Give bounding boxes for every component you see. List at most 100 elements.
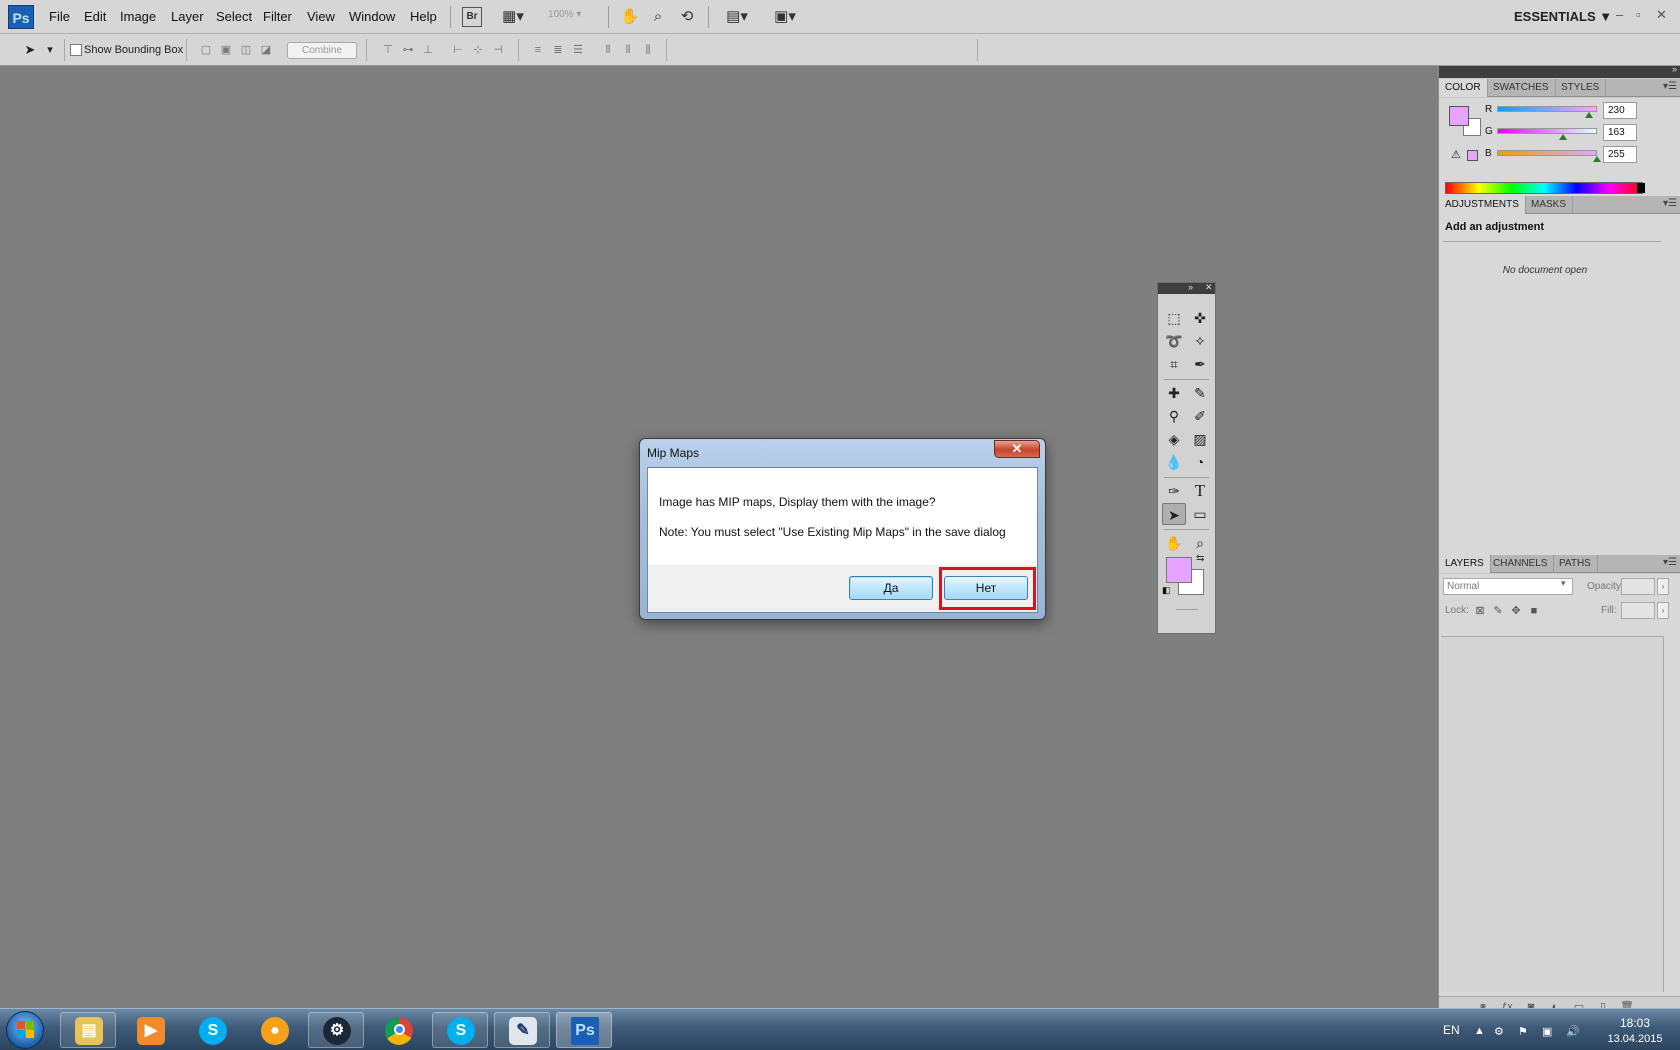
default-colors-icon[interactable]: ◧	[1162, 585, 1171, 596]
taskbar-messenger[interactable]: ●	[246, 1012, 302, 1048]
clock-time[interactable]: 18:03	[1600, 1016, 1670, 1030]
lasso-tool-icon[interactable]: ➰	[1162, 330, 1186, 352]
bridge-icon[interactable]: Br	[462, 7, 482, 27]
menu-help[interactable]: Help	[410, 9, 437, 24]
gamut-warning-icon[interactable]: ⚠	[1451, 148, 1461, 161]
language-indicator[interactable]: EN	[1443, 1023, 1460, 1037]
align-vcenter-icon[interactable]: ⊶	[400, 43, 416, 57]
tab-styles[interactable]: STYLES	[1555, 79, 1607, 97]
channel-r-value[interactable]: 230	[1603, 102, 1637, 119]
align-bottom-icon[interactable]: ⊥	[420, 43, 436, 57]
workspace-switcher[interactable]: ESSENTIALS ▼	[1514, 9, 1612, 24]
distribute-right-icon[interactable]: ⫼	[640, 43, 656, 57]
hand-tool-icon[interactable]: ✋	[620, 7, 640, 27]
menu-filter[interactable]: Filter	[263, 9, 292, 24]
swap-colors-icon[interactable]: ⇆	[1196, 553, 1204, 564]
chevron-down-icon[interactable]: ▾	[42, 43, 58, 57]
tab-paths[interactable]: PATHS	[1553, 555, 1598, 573]
quick-mask-icon[interactable]	[1176, 609, 1198, 610]
eyedropper-tool-icon[interactable]: ✒	[1188, 353, 1212, 375]
clock-date[interactable]: 13.04.2015	[1598, 1033, 1672, 1045]
type-tool-icon[interactable]: T	[1188, 480, 1212, 502]
close-icon[interactable]: ✕	[1205, 282, 1213, 293]
marquee-tool-icon[interactable]: ⬚	[1162, 307, 1186, 329]
align-right-icon[interactable]: ⊣	[490, 43, 506, 57]
tab-masks[interactable]: MASKS	[1525, 196, 1574, 214]
photoshop-logo[interactable]: Ps	[8, 5, 34, 29]
menu-select[interactable]: Select	[216, 9, 252, 24]
lock-image-icon[interactable]: ✎	[1491, 604, 1505, 618]
tab-swatches[interactable]: SWATCHES	[1487, 79, 1556, 97]
foreground-color-swatch[interactable]	[1449, 106, 1469, 126]
clone-stamp-tool-icon[interactable]: ⚲	[1162, 405, 1186, 427]
align-top-icon[interactable]: ⊤	[380, 43, 396, 57]
action-center-flag-icon[interactable]: ⚑	[1518, 1025, 1528, 1038]
network-icon[interactable]: ▣	[1542, 1025, 1552, 1038]
blend-mode-select[interactable]: Normal	[1443, 578, 1573, 595]
channel-r-thumb[interactable]	[1585, 112, 1593, 118]
arrange-documents-icon[interactable]: ▤▾	[720, 7, 754, 27]
zoom-tool-icon[interactable]: ⌕	[648, 7, 668, 27]
fill-arrow-icon[interactable]: ›	[1657, 602, 1669, 619]
move-tool-icon[interactable]: ✜	[1188, 307, 1212, 329]
show-bounding-box-checkbox[interactable]	[70, 44, 82, 56]
collapse-icon[interactable]: »	[1672, 64, 1677, 74]
minimize-icon[interactable]: –	[1616, 7, 1623, 22]
tab-channels[interactable]: CHANNELS	[1487, 555, 1555, 573]
gradient-tool-icon[interactable]: ▨	[1188, 428, 1212, 450]
panel-menu-icon[interactable]: ▾☰	[1663, 557, 1677, 568]
tab-color[interactable]: COLOR	[1439, 79, 1488, 97]
taskbar-skype-window[interactable]: S	[432, 1012, 488, 1048]
chevron-down-icon[interactable]: ▾	[1561, 578, 1566, 589]
zoom-tool-icon[interactable]: ⌕	[1188, 532, 1212, 554]
menu-view[interactable]: View	[307, 9, 335, 24]
layers-list[interactable]	[1441, 636, 1663, 992]
layers-scrollbar[interactable]	[1663, 636, 1679, 992]
panel-menu-icon[interactable]: ▾☰	[1663, 81, 1677, 92]
tab-adjustments[interactable]: ADJUSTMENTS	[1439, 196, 1526, 214]
tray-expand-icon[interactable]: ▲	[1474, 1025, 1485, 1037]
align-hcenter-icon[interactable]: ⊹	[470, 43, 486, 57]
menu-edit[interactable]: Edit	[84, 9, 106, 24]
fill-field[interactable]	[1621, 602, 1655, 619]
channel-g-slider[interactable]	[1497, 128, 1597, 134]
tools-panel-header[interactable]: » ✕	[1158, 282, 1215, 294]
path-selection-tool-icon[interactable]: ➤	[1162, 503, 1186, 525]
taskbar-photoshop[interactable]: Ps	[556, 1012, 612, 1048]
rotate-view-icon[interactable]: ⟲	[676, 7, 698, 27]
start-button[interactable]	[6, 1011, 44, 1049]
menu-image[interactable]: Image	[120, 9, 156, 24]
close-icon[interactable]: ✕	[1656, 7, 1667, 23]
dock-collapse-strip[interactable]: »	[1439, 64, 1680, 78]
combine-button[interactable]: Combine	[287, 42, 357, 59]
restore-icon[interactable]: ▫	[1636, 7, 1641, 22]
foreground-color-swatch[interactable]	[1166, 557, 1192, 583]
subtract-selection-icon[interactable]: ◫	[238, 43, 254, 57]
eraser-tool-icon[interactable]: ◈	[1162, 428, 1186, 450]
lock-all-icon[interactable]: ■	[1527, 604, 1541, 618]
menu-file[interactable]: File	[49, 9, 70, 24]
opacity-field[interactable]	[1621, 578, 1655, 595]
blur-tool-icon[interactable]: 💧	[1162, 451, 1186, 473]
menu-window[interactable]: Window	[349, 9, 395, 24]
shape-tool-icon[interactable]: ▭	[1188, 503, 1212, 525]
channel-r-slider[interactable]	[1497, 106, 1597, 112]
add-to-selection-icon[interactable]: ▣	[218, 43, 234, 57]
taskbar-file-explorer[interactable]: ▤	[60, 1012, 116, 1048]
panel-menu-icon[interactable]: ▾☰	[1663, 198, 1677, 209]
channel-g-thumb[interactable]	[1559, 134, 1567, 140]
brush-tool-icon[interactable]: ✎	[1188, 382, 1212, 404]
move-tool-icon[interactable]: ➤	[22, 43, 38, 57]
distribute-hcenter-icon[interactable]: ⫴	[620, 43, 636, 57]
zoom-level-dropdown[interactable]: 100% ▾	[548, 9, 596, 25]
lock-position-icon[interactable]: ✥	[1509, 604, 1523, 618]
new-selection-icon[interactable]: ▢	[198, 43, 214, 57]
intersect-selection-icon[interactable]: ◪	[258, 43, 274, 57]
channel-b-value[interactable]: 255	[1603, 146, 1637, 163]
expand-icon[interactable]: »	[1188, 282, 1193, 292]
steam-tray-icon[interactable]: ⚙	[1494, 1025, 1504, 1038]
tab-layers[interactable]: LAYERS	[1439, 555, 1491, 573]
menu-layer[interactable]: Layer	[171, 9, 204, 24]
hand-tool-icon[interactable]: ✋	[1162, 532, 1186, 554]
distribute-vcenter-icon[interactable]: ≣	[550, 43, 566, 57]
